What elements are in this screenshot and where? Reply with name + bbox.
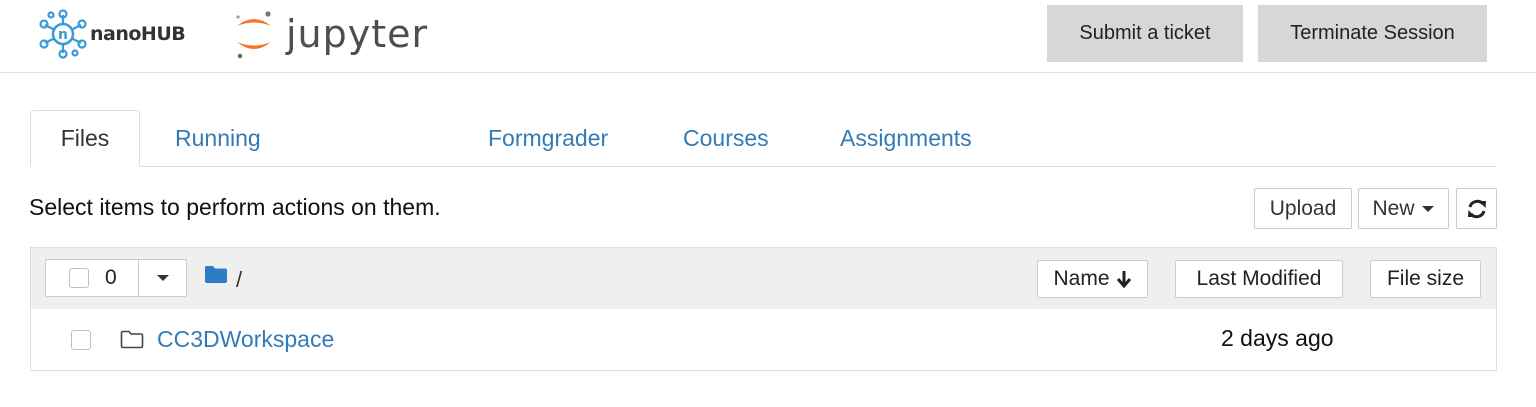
top-header: n nanoHUB jupyter Submit a ticket Termin… (0, 0, 1536, 73)
tab-assignments[interactable]: Assignments (840, 110, 972, 167)
nanohub-network-icon: n (39, 9, 87, 59)
sort-by-last-modified-button[interactable]: Last Modified (1175, 260, 1343, 298)
jupyter-logo[interactable]: jupyter (232, 4, 428, 64)
item-name-link[interactable]: CC3DWorkspace (157, 326, 334, 353)
selected-count: 0 (105, 266, 117, 289)
svg-text:n: n (58, 27, 68, 43)
item-checkbox[interactable] (71, 330, 91, 350)
nanohub-logo[interactable]: n nanoHUB (38, 8, 186, 60)
caret-down-icon (157, 275, 169, 281)
sort-by-name-button[interactable]: Name (1037, 260, 1148, 298)
select-all-control[interactable]: 0 (46, 260, 139, 296)
upload-button-label: Upload (1269, 196, 1337, 220)
selection-hint-text: Select items to perform actions on them. (29, 194, 441, 220)
arrow-down-icon (1116, 271, 1131, 288)
select-dropdown-button[interactable] (140, 260, 186, 296)
item-last-modified: 2 days ago (1221, 325, 1334, 351)
nanohub-logo-text: nanoHUB (90, 23, 186, 45)
tab-formgrader[interactable]: Formgrader (488, 110, 608, 167)
upload-button[interactable]: Upload (1254, 188, 1352, 229)
sort-name-label: Name (1053, 267, 1110, 290)
select-group: 0 (45, 259, 187, 297)
tab-running[interactable]: Running (175, 110, 261, 167)
submit-ticket-button[interactable]: Submit a ticket (1047, 5, 1243, 62)
folder-icon[interactable] (204, 265, 228, 284)
select-all-checkbox[interactable] (69, 268, 89, 288)
refresh-icon (1467, 199, 1486, 218)
new-dropdown-button[interactable]: New (1358, 188, 1449, 229)
file-list-header: 0 / Name Last Modified File size (30, 247, 1497, 310)
sort-by-file-size-button[interactable]: File size (1370, 260, 1481, 298)
tab-bar: Files Running Formgrader Courses Assignm… (30, 110, 1497, 167)
tab-files[interactable]: Files (30, 110, 140, 167)
list-item[interactable]: CC3DWorkspace 2 days ago (30, 309, 1497, 371)
new-button-label: New (1372, 196, 1415, 220)
breadcrumb-root[interactable]: / (236, 267, 242, 293)
terminate-session-button[interactable]: Terminate Session (1258, 5, 1487, 62)
refresh-button[interactable] (1456, 188, 1497, 229)
tab-courses[interactable]: Courses (683, 110, 769, 167)
jupyter-icon (236, 11, 271, 59)
jupyter-logo-text: jupyter (286, 12, 429, 56)
caret-down-icon (1421, 205, 1434, 212)
folder-outline-icon (120, 330, 144, 349)
